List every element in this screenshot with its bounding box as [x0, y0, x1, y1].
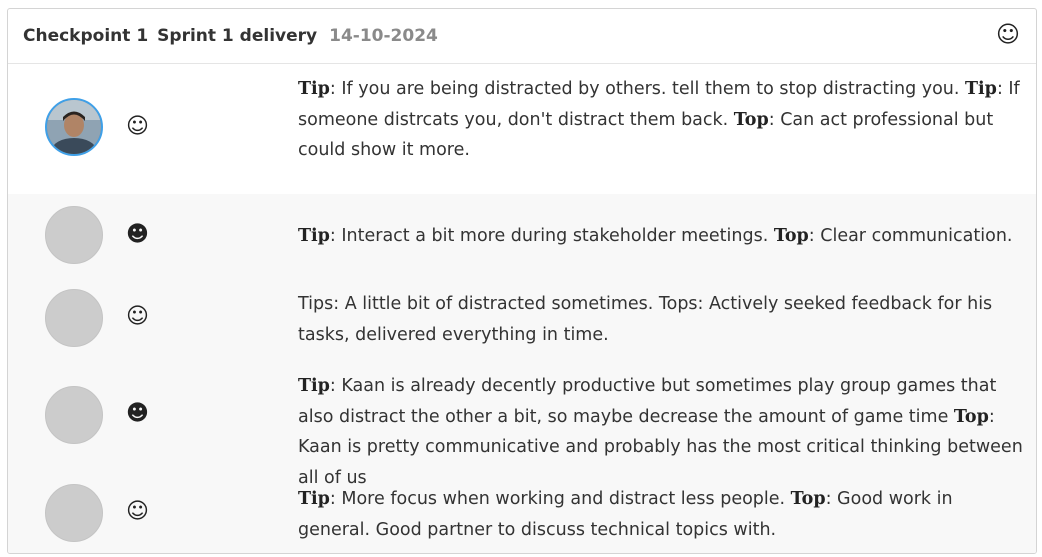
feedback-text: Tip: More focus when working and distrac…: [298, 484, 1024, 545]
checkpoint-date: 14-10-2024: [329, 26, 438, 46]
user-avatar: [45, 98, 103, 156]
avatar-placeholder: [45, 289, 103, 347]
slight-smile-icon: ☺: [126, 114, 149, 139]
avatar-placeholder: [45, 206, 103, 264]
tip-label: Tip: [298, 489, 330, 509]
grin-icon: ☻: [126, 222, 149, 247]
tip-label: Tip: [298, 79, 330, 99]
slight-smile-icon: ☺: [126, 304, 149, 329]
slight-smile-icon: ☺: [126, 499, 149, 524]
checkpoint-title: Checkpoint 1: [23, 26, 149, 46]
feedback-list-shaded: ☻ Tip: Interact a bit more during stakeh…: [8, 194, 1036, 553]
card-header: Checkpoint 1 Sprint 1 delivery 14-10-202…: [8, 9, 1036, 64]
checkpoint-card: Checkpoint 1 Sprint 1 delivery 14-10-202…: [7, 8, 1037, 554]
tip-label: Tip: [298, 226, 330, 246]
tip-label: Tip: [298, 376, 330, 396]
feedback-row: ☺ Tip: If you are being distracted by ot…: [8, 64, 1036, 194]
feedback-text: Tips: A little bit of distracted sometim…: [298, 289, 1024, 350]
tip-text: : If you are being distracted by others.…: [329, 79, 966, 99]
tip-text: : Interact a bit more during stakeholder…: [329, 226, 774, 246]
top-text: : Clear communication.: [808, 226, 1013, 246]
tips-text: Tips: A little bit of distracted sometim…: [298, 294, 993, 345]
tip-text: : More focus when working and distract l…: [329, 489, 791, 509]
feedback-text: Tip: Interact a bit more during stakehol…: [298, 221, 1024, 252]
user-photo-icon: [47, 100, 101, 154]
feedback-text: Tip: If you are being distracted by othe…: [298, 74, 1024, 166]
top-label: Top: [773, 226, 809, 246]
top-label: Top: [733, 109, 769, 130]
tip-label: Tip: [965, 79, 997, 99]
avatar-placeholder: [45, 386, 103, 444]
tip-text: : Kaan is already decently productive bu…: [298, 376, 997, 427]
grin-icon: ☻: [126, 401, 149, 426]
top-label: Top: [953, 406, 989, 427]
avatar-placeholder: [45, 484, 103, 542]
smiley-icon[interactable]: ☺: [996, 22, 1020, 48]
top-label: Top: [790, 489, 826, 509]
sprint-title: Sprint 1 delivery: [157, 26, 318, 46]
feedback-text: Tip: Kaan is already decently productive…: [298, 371, 1024, 493]
